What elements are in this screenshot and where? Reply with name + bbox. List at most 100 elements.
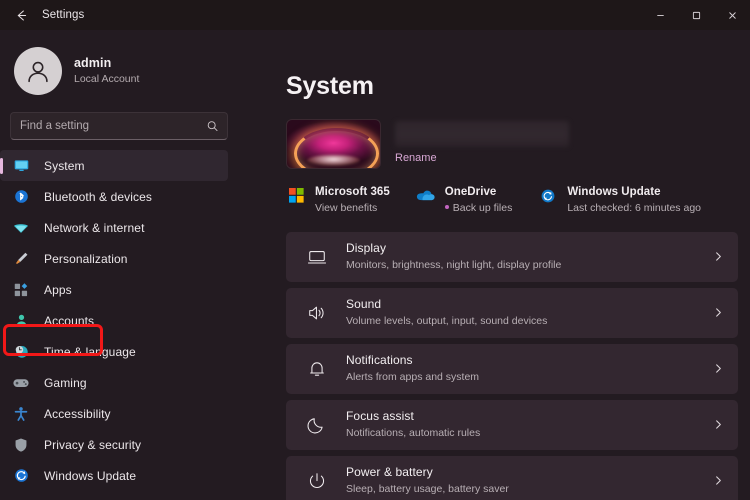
search-box[interactable]	[10, 112, 228, 140]
microsoft-logo-icon	[286, 185, 306, 203]
settings-row-sound[interactable]: Sound Volume levels, output, input, soun…	[286, 288, 738, 338]
title-bar: Settings	[0, 0, 750, 30]
info-card-microsoft-365[interactable]: Microsoft 365 View benefits	[286, 185, 390, 216]
settings-row-title: Notifications	[346, 353, 713, 369]
status-dot	[445, 205, 449, 209]
page-title: System	[286, 72, 738, 101]
refresh-icon	[10, 467, 32, 484]
settings-row-title: Focus assist	[346, 409, 713, 425]
close-button[interactable]	[714, 0, 750, 30]
settings-row-subtitle: Volume levels, output, input, sound devi…	[346, 315, 713, 329]
profile-account-type: Local Account	[74, 73, 139, 86]
sidebar-item-privacy-security[interactable]: Privacy & security	[0, 429, 228, 460]
sidebar-item-accounts[interactable]: Accounts	[0, 305, 228, 336]
sidebar-item-label: Windows Update	[44, 469, 136, 483]
sidebar-item-label: Personalization	[44, 252, 128, 266]
sidebar-item-label: Accounts	[44, 314, 94, 328]
sidebar-item-windows-update[interactable]: Windows Update	[0, 460, 228, 491]
settings-row-text: Sound Volume levels, output, input, soun…	[346, 297, 713, 328]
person-icon	[10, 313, 32, 328]
device-name-redacted	[395, 121, 569, 147]
main-content: System Rename	[238, 30, 750, 500]
info-cards-row: Microsoft 365 View benefits OneDrive	[286, 185, 738, 216]
sidebar: admin Local Account	[0, 30, 238, 500]
search-section	[0, 98, 238, 140]
settings-row-text: Power & battery Sleep, battery usage, ba…	[346, 465, 713, 496]
bluetooth-icon	[10, 188, 32, 205]
chevron-right-icon	[713, 251, 724, 262]
settings-row-subtitle: Sleep, battery usage, battery saver	[346, 483, 713, 497]
accessibility-icon	[10, 406, 32, 422]
info-card-subtitle: Last checked: 6 minutes ago	[567, 202, 701, 216]
settings-row-display[interactable]: Display Monitors, brightness, night ligh…	[286, 232, 738, 282]
settings-row-subtitle: Alerts from apps and system	[346, 371, 713, 385]
gamepad-icon	[10, 374, 32, 392]
sidebar-item-label: Time & language	[44, 345, 136, 359]
back-button[interactable]	[6, 2, 36, 28]
sidebar-item-personalization[interactable]: Personalization	[0, 243, 228, 274]
info-card-subtitle-text: Back up files	[453, 202, 513, 214]
sidebar-item-label: Bluetooth & devices	[44, 190, 152, 204]
sidebar-item-label: Accessibility	[44, 407, 111, 421]
info-card-text: OneDrive Back up files	[445, 185, 513, 216]
search-icon	[206, 120, 219, 133]
close-icon	[727, 10, 738, 21]
info-card-windows-update[interactable]: Windows Update Last checked: 6 minutes a…	[538, 185, 701, 216]
device-wallpaper-thumbnail	[286, 119, 381, 169]
moon-icon	[304, 415, 330, 435]
info-card-onedrive[interactable]: OneDrive Back up files	[416, 185, 513, 216]
sidebar-item-system[interactable]: System	[0, 150, 228, 181]
device-summary: Rename	[286, 119, 738, 175]
settings-window: Settings	[0, 0, 750, 500]
back-arrow-icon	[14, 8, 29, 23]
bell-icon	[304, 359, 330, 379]
sidebar-item-time-language[interactable]: Time & language	[0, 336, 228, 367]
sidebar-item-accessibility[interactable]: Accessibility	[0, 398, 228, 429]
user-avatar-icon	[23, 56, 53, 86]
avatar	[14, 47, 62, 95]
sidebar-item-label: Apps	[44, 283, 72, 297]
shield-icon	[10, 437, 32, 453]
rename-link[interactable]: Rename	[395, 152, 437, 164]
settings-row-title: Display	[346, 241, 713, 257]
window-body: admin Local Account	[0, 30, 750, 500]
window-title: Settings	[42, 9, 84, 21]
minimize-button[interactable]	[642, 0, 678, 30]
apps-grid-icon	[10, 282, 32, 298]
chevron-right-icon	[713, 307, 724, 318]
refresh-icon	[538, 185, 558, 204]
settings-row-subtitle: Monitors, brightness, night light, displ…	[346, 259, 713, 273]
settings-row-title: Sound	[346, 297, 713, 313]
chevron-right-icon	[713, 419, 724, 430]
monitor-icon	[10, 157, 32, 174]
info-card-title: Windows Update	[567, 185, 701, 200]
settings-row-text: Notifications Alerts from apps and syste…	[346, 353, 713, 384]
info-card-subtitle: Back up files	[445, 202, 513, 216]
search-input[interactable]	[11, 120, 227, 132]
info-card-text: Windows Update Last checked: 6 minutes a…	[567, 185, 701, 216]
monitor-outline-icon	[304, 247, 330, 267]
speaker-icon	[304, 303, 330, 323]
sidebar-item-network-internet[interactable]: Network & internet	[0, 212, 228, 243]
sidebar-item-gaming[interactable]: Gaming	[0, 367, 228, 398]
chevron-right-icon	[713, 475, 724, 486]
device-meta: Rename	[395, 119, 569, 166]
sidebar-item-label: Privacy & security	[44, 438, 141, 452]
settings-row-subtitle: Notifications, automatic rules	[346, 427, 713, 441]
maximize-button[interactable]	[678, 0, 714, 30]
paintbrush-icon	[10, 250, 32, 267]
settings-list: Display Monitors, brightness, night ligh…	[286, 232, 738, 500]
settings-row-notifications[interactable]: Notifications Alerts from apps and syste…	[286, 344, 738, 394]
sidebar-item-bluetooth-devices[interactable]: Bluetooth & devices	[0, 181, 228, 212]
info-card-title: Microsoft 365	[315, 185, 390, 200]
wifi-icon	[10, 219, 32, 237]
maximize-icon	[691, 10, 702, 21]
minimize-icon	[655, 10, 666, 21]
profile-text: admin Local Account	[74, 56, 139, 87]
settings-row-focus-assist[interactable]: Focus assist Notifications, automatic ru…	[286, 400, 738, 450]
profile-section[interactable]: admin Local Account	[0, 36, 238, 98]
chevron-right-icon	[713, 363, 724, 374]
sidebar-nav: System Bluetooth & devices	[0, 150, 238, 491]
settings-row-power-battery[interactable]: Power & battery Sleep, battery usage, ba…	[286, 456, 738, 500]
sidebar-item-apps[interactable]: Apps	[0, 274, 228, 305]
